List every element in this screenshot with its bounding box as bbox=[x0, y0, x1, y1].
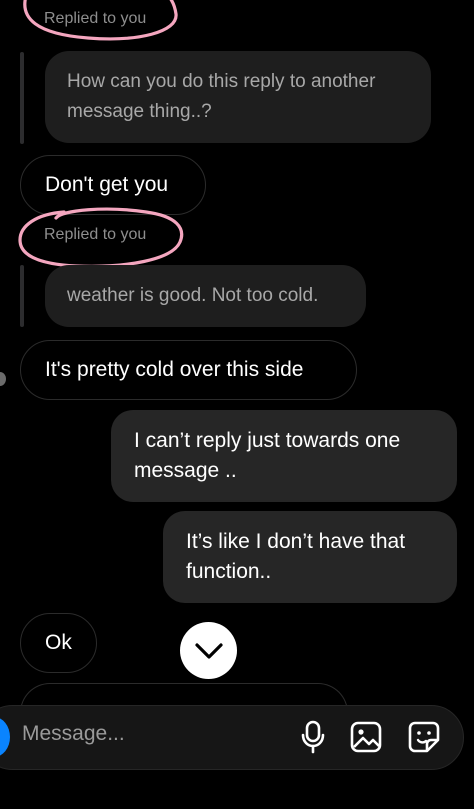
incoming-message[interactable]: Don't get you bbox=[20, 155, 206, 215]
avatar bbox=[0, 372, 6, 386]
message-input[interactable]: Message... bbox=[22, 722, 125, 746]
incoming-message[interactable]: Ok bbox=[20, 613, 97, 673]
replied-label: Replied to you bbox=[44, 226, 147, 243]
gallery-icon[interactable] bbox=[350, 721, 382, 753]
sticker-icon[interactable] bbox=[407, 720, 441, 754]
reply-indicator-bar bbox=[20, 52, 24, 144]
incoming-message[interactable]: It's pretty cold over this side bbox=[20, 340, 357, 400]
quoted-message[interactable]: How can you do this reply to another mes… bbox=[45, 51, 431, 143]
reply-indicator-bar bbox=[20, 265, 24, 327]
replied-label: Replied to you bbox=[44, 10, 147, 27]
outgoing-message[interactable]: It’s like I don’t have that function.. bbox=[163, 511, 457, 603]
chevron-down-icon bbox=[194, 642, 223, 659]
chat-screen: Replied to you How can you do this reply… bbox=[0, 0, 474, 809]
quoted-message[interactable]: weather is good. Not too cold. bbox=[45, 265, 366, 327]
microphone-icon[interactable] bbox=[300, 720, 326, 754]
scroll-to-bottom-button[interactable] bbox=[180, 622, 237, 679]
outgoing-message[interactable]: I can’t reply just towards one message .… bbox=[111, 410, 457, 502]
